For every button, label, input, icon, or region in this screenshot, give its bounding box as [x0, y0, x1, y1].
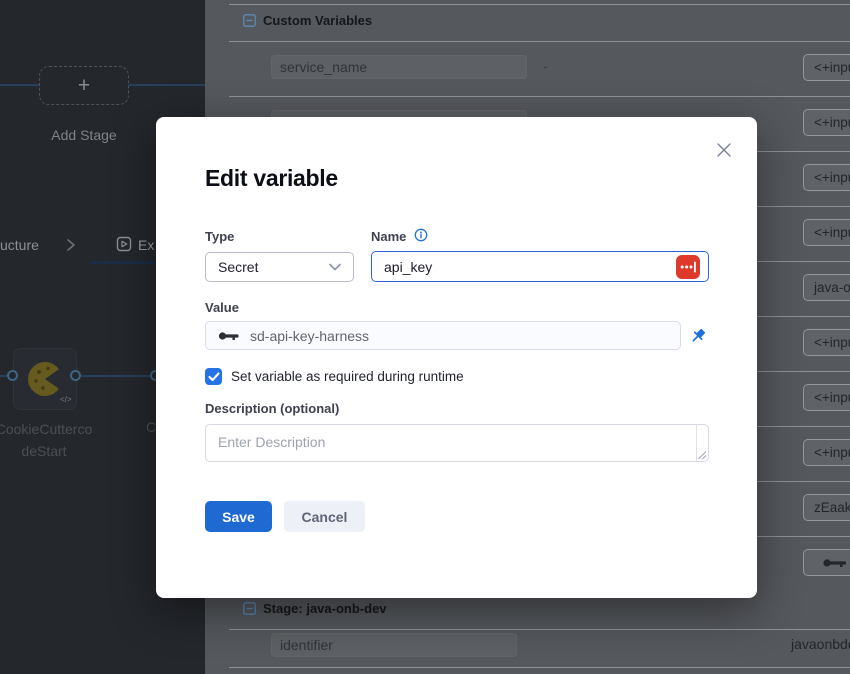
collapse-minus-icon[interactable] [243, 14, 256, 27]
required-checkbox-label: Set variable as required during runtime [231, 369, 464, 384]
edit-variable-modal: Edit variable Type Name Secret [156, 117, 757, 598]
code-icon: </> [60, 395, 72, 404]
key-icon [218, 329, 240, 343]
pin-button[interactable] [685, 321, 711, 350]
collapse-minus-icon[interactable] [243, 602, 256, 615]
section-title: Custom Variables [263, 13, 372, 28]
variable-value-field[interactable]: <+input> [803, 384, 850, 411]
name-field-wrap [371, 251, 709, 282]
variable-value-field[interactable]: <+input> [803, 439, 850, 466]
variable-value-field[interactable]: <+input> [803, 109, 850, 136]
row-separator [229, 41, 850, 42]
name-label: Name [371, 229, 406, 244]
variable-value-field[interactable]: zEaak [803, 494, 850, 521]
secret-mask-icon [676, 255, 700, 279]
name-input[interactable] [371, 251, 709, 282]
variable-value-field[interactable]: java-onb-dev [803, 274, 850, 301]
cookiecutter-pacman-icon [25, 359, 65, 399]
section-title: Stage: java-onb-dev [263, 601, 387, 616]
cancel-button[interactable]: Cancel [284, 501, 365, 532]
secret-reference-field[interactable]: sd-api-key-harness [205, 321, 681, 350]
variable-name-field[interactable]: service_name [271, 55, 527, 79]
row-separator [229, 667, 850, 668]
variable-value-field[interactable]: <+input> [803, 329, 850, 356]
chevron-right-icon [66, 238, 76, 252]
execution-play-square-icon [116, 236, 132, 252]
variable-value-field[interactable]: <+input> [803, 164, 850, 191]
check-icon [208, 372, 220, 382]
add-stage-button[interactable]: + [39, 66, 129, 105]
type-select[interactable]: Secret [205, 252, 354, 282]
tab-infrastructure[interactable]: ucture [0, 237, 39, 253]
key-icon [822, 556, 850, 570]
type-select-value: Secret [218, 259, 329, 275]
chevron-down-icon [329, 263, 341, 271]
variable-value-field[interactable]: <+input> [803, 219, 850, 246]
close-button[interactable] [712, 138, 736, 162]
tab-execution[interactable]: Ex [138, 237, 154, 253]
identifier-value: javaonbde [791, 636, 850, 652]
plus-icon: + [78, 75, 90, 96]
row-separator [229, 96, 850, 97]
custom-variables-header: Custom Variables [243, 13, 372, 28]
stage-name-label: CookieCutterco deStart [0, 418, 124, 462]
save-button[interactable]: Save [205, 501, 272, 532]
type-label: Type [205, 229, 234, 244]
variable-value-field[interactable]: <+input> [803, 54, 850, 81]
close-icon [715, 141, 733, 159]
modal-title: Edit variable [205, 165, 338, 192]
pipeline-studio-screen: + Add Stage ucture Ex </> [0, 0, 850, 674]
checkbox-checked[interactable] [205, 368, 222, 385]
pin-icon [689, 327, 707, 345]
info-icon[interactable] [414, 228, 428, 242]
required-checkbox-row[interactable]: Set variable as required during runtime [205, 368, 464, 385]
stage-port-left [7, 370, 18, 381]
row-separator [229, 629, 850, 630]
description-label: Description (optional) [205, 401, 339, 416]
row-separator [229, 4, 850, 5]
identifier-field[interactable]: identifier [271, 633, 517, 657]
secret-value-field[interactable] [803, 549, 850, 576]
stage-port-right [70, 370, 81, 381]
secret-reference-value: sd-api-key-harness [250, 328, 369, 344]
stage-section-header: Stage: java-onb-dev [243, 601, 387, 616]
variable-dash: - [543, 58, 548, 74]
description-field-wrap [205, 424, 709, 462]
next-stage-name-partial: C [146, 419, 156, 435]
value-label: Value [205, 300, 239, 315]
add-stage-label: Add Stage [24, 127, 144, 143]
description-textarea[interactable] [205, 424, 709, 462]
